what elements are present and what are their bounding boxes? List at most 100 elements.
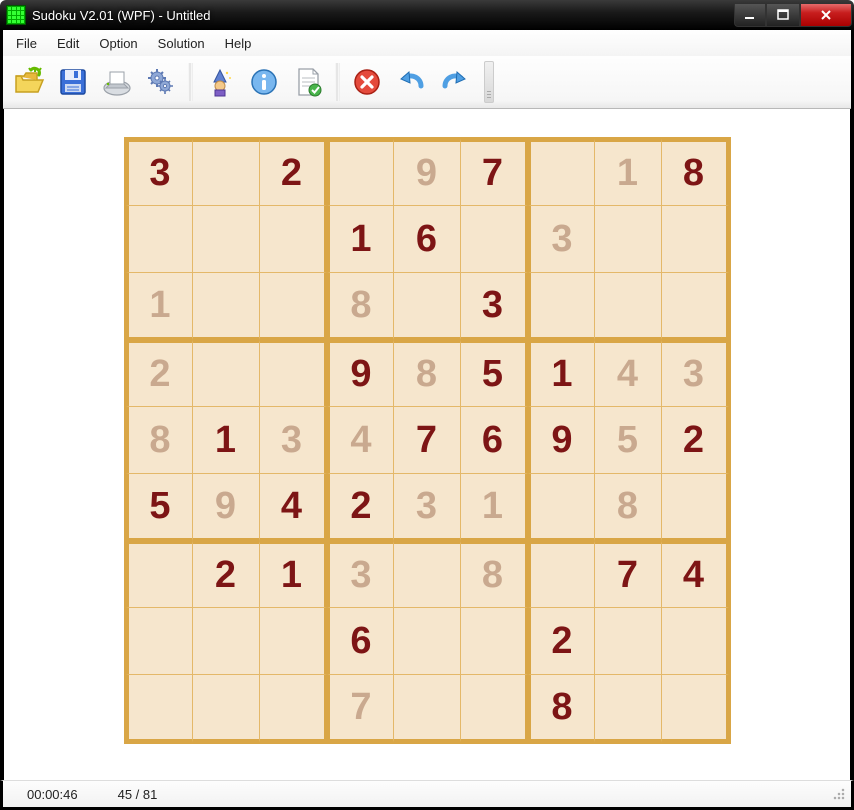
sudoku-cell[interactable] bbox=[528, 273, 595, 340]
close-button[interactable] bbox=[800, 4, 852, 27]
sudoku-cell[interactable]: 4 bbox=[260, 474, 327, 541]
sudoku-cell[interactable]: 8 bbox=[126, 407, 193, 474]
sudoku-cell[interactable]: 2 bbox=[126, 340, 193, 407]
sudoku-cell[interactable]: 1 bbox=[260, 541, 327, 608]
resize-grip[interactable] bbox=[831, 786, 847, 802]
sudoku-cell[interactable]: 5 bbox=[595, 407, 662, 474]
sudoku-cell[interactable]: 2 bbox=[528, 608, 595, 675]
sudoku-cell[interactable]: 9 bbox=[394, 139, 461, 206]
toolbar-overflow[interactable] bbox=[484, 61, 494, 103]
sudoku-cell[interactable]: 8 bbox=[595, 474, 662, 541]
settings-button[interactable] bbox=[142, 63, 180, 101]
sudoku-cell[interactable] bbox=[461, 675, 528, 742]
sudoku-cell[interactable]: 8 bbox=[662, 139, 729, 206]
sudoku-cell[interactable] bbox=[327, 139, 394, 206]
sudoku-cell[interactable] bbox=[193, 206, 260, 273]
sudoku-cell[interactable] bbox=[260, 675, 327, 742]
sudoku-cell[interactable] bbox=[260, 608, 327, 675]
sudoku-cell[interactable]: 1 bbox=[126, 273, 193, 340]
sudoku-cell[interactable] bbox=[394, 273, 461, 340]
menu-file[interactable]: File bbox=[6, 33, 47, 54]
sudoku-cell[interactable]: 9 bbox=[327, 340, 394, 407]
sudoku-cell[interactable] bbox=[528, 474, 595, 541]
sudoku-cell[interactable] bbox=[528, 139, 595, 206]
minimize-button[interactable] bbox=[734, 4, 766, 27]
sudoku-cell[interactable]: 1 bbox=[461, 474, 528, 541]
sudoku-cell[interactable]: 8 bbox=[461, 541, 528, 608]
sudoku-cell[interactable]: 5 bbox=[461, 340, 528, 407]
sudoku-cell[interactable]: 4 bbox=[595, 340, 662, 407]
sudoku-cell[interactable] bbox=[193, 340, 260, 407]
sudoku-cell[interactable]: 1 bbox=[193, 407, 260, 474]
maximize-button[interactable] bbox=[766, 4, 800, 27]
sudoku-cell[interactable] bbox=[260, 273, 327, 340]
sudoku-cell[interactable]: 1 bbox=[595, 139, 662, 206]
sudoku-cell[interactable] bbox=[595, 608, 662, 675]
sudoku-cell[interactable]: 8 bbox=[327, 273, 394, 340]
sudoku-cell[interactable] bbox=[126, 608, 193, 675]
sudoku-cell[interactable] bbox=[595, 206, 662, 273]
sudoku-cell[interactable] bbox=[126, 675, 193, 742]
sudoku-cell[interactable]: 3 bbox=[662, 340, 729, 407]
sudoku-cell[interactable] bbox=[662, 206, 729, 273]
sudoku-cell[interactable]: 3 bbox=[327, 541, 394, 608]
sudoku-cell[interactable]: 2 bbox=[260, 139, 327, 206]
sudoku-cell[interactable]: 4 bbox=[662, 541, 729, 608]
sudoku-cell[interactable] bbox=[193, 675, 260, 742]
open-button[interactable] bbox=[10, 63, 48, 101]
sudoku-cell[interactable]: 1 bbox=[528, 340, 595, 407]
wizard-button[interactable] bbox=[201, 63, 239, 101]
sudoku-cell[interactable]: 2 bbox=[193, 541, 260, 608]
sudoku-cell[interactable] bbox=[193, 139, 260, 206]
sudoku-cell[interactable] bbox=[394, 608, 461, 675]
sudoku-cell[interactable]: 9 bbox=[528, 407, 595, 474]
titlebar[interactable]: Sudoku V2.01 (WPF) - Untitled bbox=[0, 0, 854, 30]
sudoku-cell[interactable] bbox=[662, 474, 729, 541]
sudoku-cell[interactable]: 7 bbox=[327, 675, 394, 742]
sudoku-cell[interactable] bbox=[461, 608, 528, 675]
delete-button[interactable] bbox=[348, 63, 386, 101]
sudoku-cell[interactable]: 7 bbox=[595, 541, 662, 608]
sudoku-cell[interactable] bbox=[193, 273, 260, 340]
menu-help[interactable]: Help bbox=[215, 33, 262, 54]
sudoku-cell[interactable]: 1 bbox=[327, 206, 394, 273]
info-button[interactable] bbox=[245, 63, 283, 101]
sudoku-cell[interactable]: 4 bbox=[327, 407, 394, 474]
sudoku-cell[interactable]: 3 bbox=[528, 206, 595, 273]
sudoku-cell[interactable]: 6 bbox=[394, 206, 461, 273]
sudoku-cell[interactable] bbox=[528, 541, 595, 608]
menu-solution[interactable]: Solution bbox=[148, 33, 215, 54]
sudoku-cell[interactable]: 8 bbox=[394, 340, 461, 407]
sudoku-cell[interactable]: 7 bbox=[394, 407, 461, 474]
sudoku-cell[interactable]: 6 bbox=[327, 608, 394, 675]
sudoku-cell[interactable] bbox=[193, 608, 260, 675]
sudoku-cell[interactable] bbox=[595, 675, 662, 742]
sudoku-cell[interactable] bbox=[461, 206, 528, 273]
sudoku-cell[interactable] bbox=[394, 541, 461, 608]
print-button[interactable] bbox=[98, 63, 136, 101]
sudoku-cell[interactable]: 8 bbox=[528, 675, 595, 742]
redo-button[interactable] bbox=[436, 63, 474, 101]
sudoku-cell[interactable] bbox=[260, 206, 327, 273]
sudoku-cell[interactable] bbox=[662, 608, 729, 675]
sudoku-cell[interactable] bbox=[662, 675, 729, 742]
save-button[interactable] bbox=[54, 63, 92, 101]
sudoku-cell[interactable]: 3 bbox=[394, 474, 461, 541]
sudoku-cell[interactable] bbox=[394, 675, 461, 742]
sudoku-cell[interactable]: 3 bbox=[260, 407, 327, 474]
sudoku-cell[interactable] bbox=[662, 273, 729, 340]
sudoku-cell[interactable]: 3 bbox=[126, 139, 193, 206]
sudoku-cell[interactable]: 3 bbox=[461, 273, 528, 340]
sudoku-cell[interactable]: 6 bbox=[461, 407, 528, 474]
sudoku-cell[interactable] bbox=[595, 273, 662, 340]
sudoku-cell[interactable] bbox=[260, 340, 327, 407]
sudoku-cell[interactable]: 2 bbox=[662, 407, 729, 474]
undo-button[interactable] bbox=[392, 63, 430, 101]
sudoku-cell[interactable]: 5 bbox=[126, 474, 193, 541]
sudoku-cell[interactable] bbox=[126, 206, 193, 273]
menu-option[interactable]: Option bbox=[89, 33, 147, 54]
menu-edit[interactable]: Edit bbox=[47, 33, 89, 54]
sudoku-cell[interactable]: 2 bbox=[327, 474, 394, 541]
sudoku-cell[interactable] bbox=[126, 541, 193, 608]
sudoku-cell[interactable]: 7 bbox=[461, 139, 528, 206]
